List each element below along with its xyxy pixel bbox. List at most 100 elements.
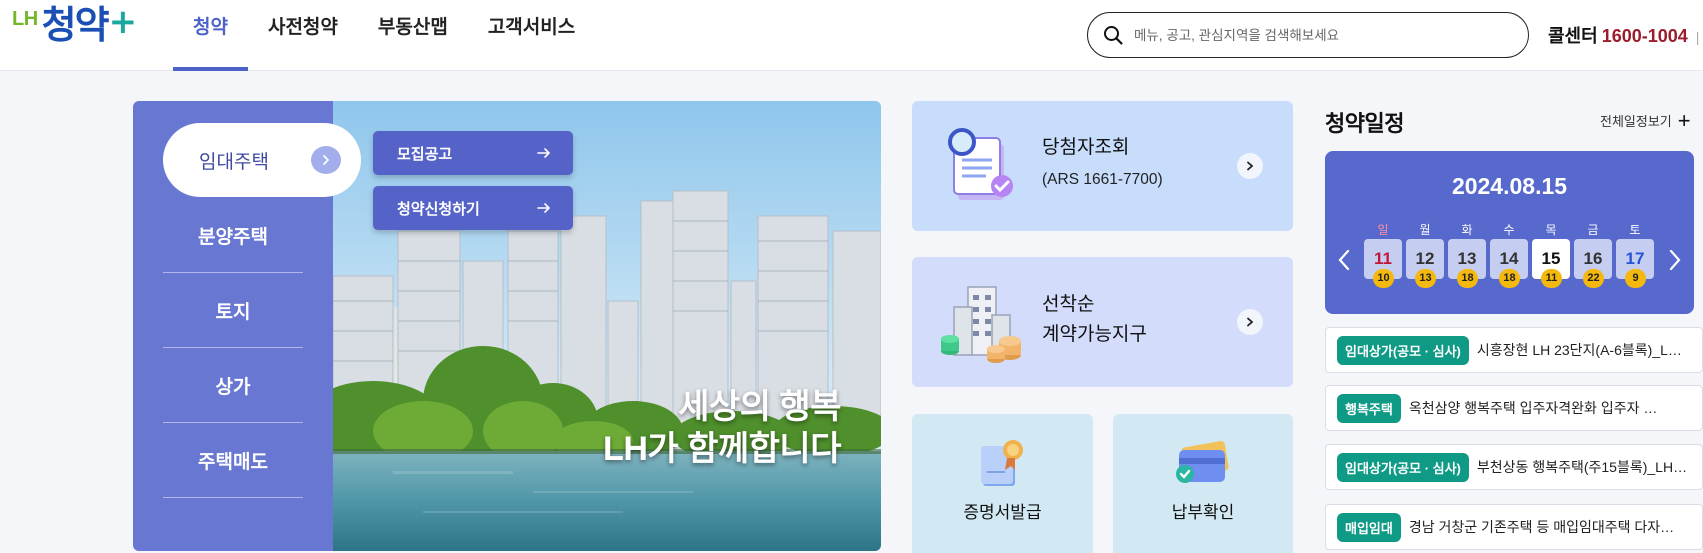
notice-title: 부천상동 행복주택(주15블록)_LH 단지내상가 — [1476, 459, 1689, 475]
nav-pre-subscription[interactable]: 사전청약 — [248, 0, 358, 71]
count-badge: 22 — [1583, 269, 1604, 288]
day-number-text: 16 — [1583, 249, 1603, 268]
weekday-label: 목 — [1545, 223, 1557, 237]
calendar-week: 일 11 10 월 12 13 화 13 18 수 14 18 목 15 11 금 16 22 토 17 9 — [1362, 221, 1656, 288]
search-icon[interactable] — [1102, 24, 1124, 46]
chevron-left-icon — [1338, 249, 1350, 271]
search-box[interactable] — [1087, 12, 1529, 58]
weekday-label: 월 — [1419, 223, 1431, 237]
notice-title: 옥천삼양 행복주택 입주자격완화 입주자 추가모집 — [1408, 400, 1667, 416]
certificate-icon — [981, 440, 1023, 486]
day-number-text: 12 — [1415, 249, 1435, 268]
logo-plus-icon: + — [108, 2, 138, 42]
count-badge: 18 — [1499, 269, 1520, 288]
callcenter-label: 콜센터 — [1548, 26, 1598, 46]
weekday-label: 수 — [1503, 223, 1515, 237]
count-badge: 9 — [1625, 269, 1646, 288]
arrow-right-icon — [537, 148, 550, 158]
payment-check-label: 납부확인 — [1171, 503, 1235, 522]
notice-item[interactable]: 임대상가(공모 · 심사) 부천상동 행복주택(주15블록)_LH 단지내상가 — [1325, 444, 1703, 490]
chevron-right-icon — [1669, 249, 1681, 271]
view-all-label: 전체일정보기 — [1600, 114, 1672, 129]
certificate-issue-label: 증명서발급 — [963, 503, 1042, 522]
magnifier-document-icon — [948, 128, 1013, 200]
search-input[interactable] — [1134, 27, 1494, 43]
schedule-title: 청약일정 — [1325, 111, 1404, 136]
notice-category-badge: 매입임대 — [1337, 512, 1401, 542]
notice-category-badge: 행복주택 — [1337, 393, 1401, 423]
certificate-issue-card[interactable]: 증명서발급 — [912, 414, 1093, 553]
count-badge: 18 — [1457, 269, 1478, 288]
logo-name-text: 청약 — [41, 3, 110, 47]
calendar-day[interactable]: 화 13 18 — [1446, 221, 1488, 288]
calendar-date: 2024.08.15 — [1451, 173, 1568, 199]
call-center: 콜센터 1600-1004 | — [1548, 22, 1699, 48]
next-week-button[interactable] — [1668, 249, 1682, 272]
apply-subscription-button[interactable]: 청약신청하기 — [373, 186, 573, 230]
recruitment-notice-button[interactable]: 모집공고 — [373, 131, 573, 175]
calendar-day[interactable]: 토 17 9 — [1614, 221, 1656, 288]
notice-item[interactable]: 행복주택 옥천삼양 행복주택 입주자격완화 입주자 추가모집 — [1325, 385, 1703, 431]
wallet-check-icon — [1176, 441, 1229, 483]
apply-subscription-label: 청약신청하기 — [397, 200, 480, 218]
hero-tagline-line2: LH가 함께합니다 — [603, 430, 841, 468]
housing-type-menu: 임대주택 분양주택 토지 상가 주택매도 — [133, 101, 361, 551]
winner-lookup-ars: (ARS 1661-7700) — [1042, 171, 1163, 188]
weekday-label: 토 — [1629, 223, 1641, 237]
calendar-day-today[interactable]: 목 15 11 — [1530, 221, 1572, 288]
count-badge: 10 — [1373, 269, 1394, 288]
day-number: 16 22 — [1574, 239, 1612, 288]
calendar-day[interactable]: 수 14 18 — [1488, 221, 1530, 288]
calendar-day[interactable]: 일 11 10 — [1362, 221, 1404, 288]
nav-customer-service[interactable]: 고객서비스 — [468, 0, 595, 71]
chevron-right-icon — [1237, 153, 1263, 179]
winner-lookup-title: 당첨자조회 — [1042, 137, 1130, 158]
menu-item-label: 임대주택 — [199, 151, 269, 173]
weekday-label: 금 — [1587, 223, 1599, 237]
view-all-schedule-link[interactable]: 전체일정보기 + — [1600, 109, 1691, 131]
arrow-right-icon — [537, 203, 550, 213]
notice-item[interactable]: 매입임대 경남 거창군 기존주택 등 매입임대주택 다자녀 입주자 모집 — [1325, 504, 1703, 550]
top-header: LH 청약 + 청약 사전청약 부동산맵 고객서비스 콜센터1600-1004 | — [0, 0, 1703, 71]
schedule-calendar: 2024.08.15 일 11 10 월 12 13 화 13 18 수 14 18 목 15 11… — [1325, 151, 1694, 314]
main-nav: 청약 사전청약 부동산맵 고객서비스 — [173, 0, 595, 71]
notice-title: 시흥장현 LH 23단지(A-6블록)_LH 단지내상가 — [1476, 342, 1689, 358]
day-number: 12 13 — [1406, 239, 1444, 288]
notice-category-badge: 임대상가(공모 · 심사) — [1337, 452, 1469, 482]
notice-title: 경남 거창군 기존주택 등 매입임대주택 다자녀 입주자 모집 — [1408, 519, 1675, 535]
day-number-text: 11 — [1374, 249, 1392, 268]
weekday-label: 화 — [1461, 223, 1473, 237]
nav-real-estate-map[interactable]: 부동산맵 — [358, 0, 468, 71]
menu-item-land[interactable]: 토지 — [163, 273, 303, 348]
weekday-label: 일 — [1377, 223, 1389, 237]
notice-item[interactable]: 임대상가(공모 · 심사) 시흥장현 LH 23단지(A-6블록)_LH 단지내… — [1325, 327, 1703, 373]
divider: | — [1695, 29, 1700, 45]
menu-item-house-sale[interactable]: 주택매도 — [163, 423, 303, 498]
prev-week-button[interactable] — [1337, 249, 1351, 272]
menu-item-sale-housing[interactable]: 분양주택 — [163, 198, 303, 273]
payment-check-card[interactable]: 납부확인 — [1113, 414, 1293, 553]
notice-category-badge: 임대상가(공모 · 심사) — [1337, 335, 1469, 365]
hero-tagline: 세상의 행복 LH가 함께합니다 — [333, 386, 841, 470]
first-come-card[interactable]: 선착순 계약가능지구 — [912, 257, 1293, 387]
hero-tagline-line1: 세상의 행복 — [678, 388, 841, 426]
day-number-text: 14 — [1499, 249, 1519, 268]
menu-item-commercial[interactable]: 상가 — [163, 348, 303, 423]
calendar-day[interactable]: 월 12 13 — [1404, 221, 1446, 288]
day-number: 11 10 — [1364, 239, 1402, 288]
chevron-right-icon — [311, 146, 341, 174]
day-number: 15 11 — [1532, 239, 1570, 288]
winner-lookup-card[interactable]: 당첨자조회 (ARS 1661-7700) — [912, 101, 1293, 231]
day-number: 13 18 — [1448, 239, 1486, 288]
recruitment-notice-label: 모집공고 — [397, 145, 453, 163]
lh-logo[interactable]: LH 청약 + — [12, 2, 137, 50]
day-number-text: 15 — [1541, 249, 1561, 268]
chevron-right-icon — [1237, 309, 1263, 335]
apartment-coins-icon — [941, 286, 1021, 363]
day-number-text: 17 — [1625, 249, 1645, 268]
count-badge: 13 — [1415, 269, 1436, 288]
calendar-day[interactable]: 금 16 22 — [1572, 221, 1614, 288]
menu-item-rental-housing[interactable]: 임대주택 — [163, 123, 361, 197]
callcenter-number[interactable]: 1600-1004 — [1602, 26, 1688, 46]
nav-subscription[interactable]: 청약 — [173, 0, 248, 71]
